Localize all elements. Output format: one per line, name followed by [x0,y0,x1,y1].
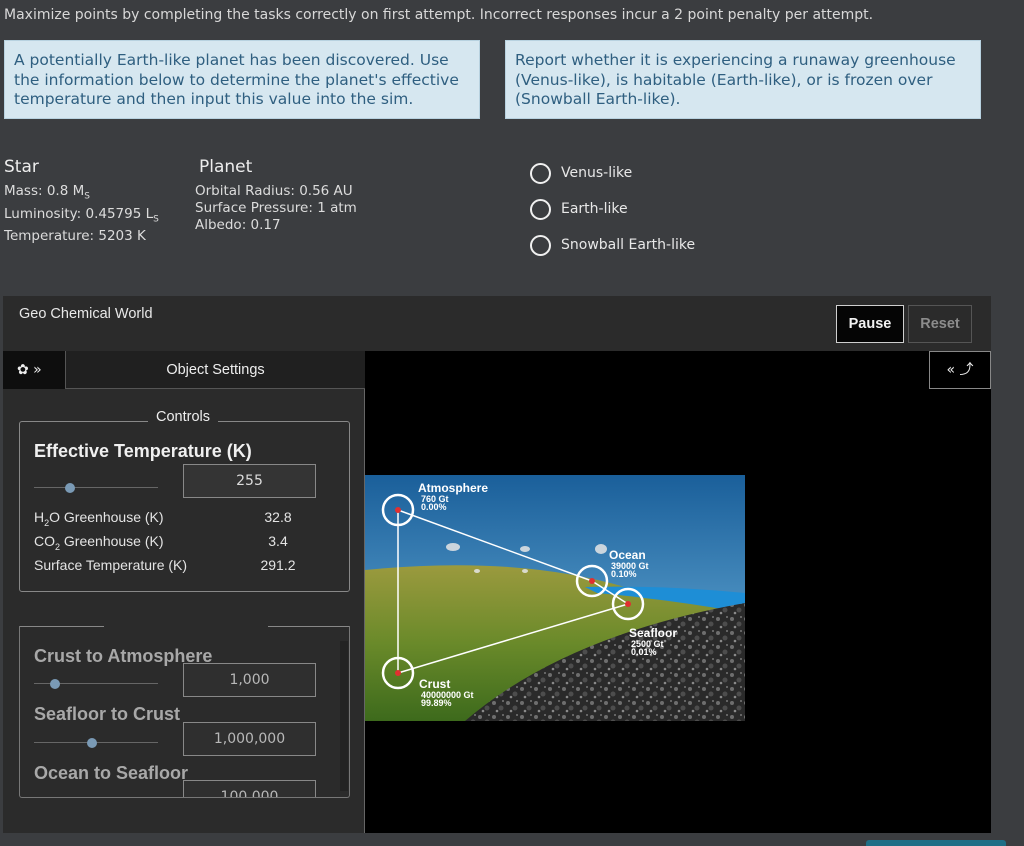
co2-greenhouse-value: 3.4 [268,533,288,549]
star-info: Star Mass: 0.8 MS Luminosity: 0.45795 LS… [4,157,159,245]
ocean-percent: 0.10% [611,569,637,579]
slider-track [34,487,158,488]
option-label: Snowball Earth-like [561,237,696,253]
seafloor-to-crust-slider[interactable] [34,737,158,749]
surface-temperature-value: 291.2 [260,557,296,573]
task-prompt-effective-temperature: A potentially Earth-like planet has been… [4,40,480,119]
controls-legend: Controls [148,409,218,425]
instructions-text: Maximize points by completing the tasks … [4,7,874,23]
surface-temperature-label: Surface Temperature (K) [34,557,188,573]
seafloor-to-crust-title: Seafloor to Crust [34,704,181,724]
chart-panel-toggle-button[interactable]: « ⤴ [929,351,991,389]
radio-circle-icon[interactable] [530,198,551,220]
h2o-greenhouse-value: 32.8 [264,509,292,525]
simulation-window: Geo Chemical World Pause Reset « ⤴ Atmos… [3,296,991,834]
crust-to-atmosphere-slider[interactable] [34,678,158,690]
h2o-greenhouse-label: H2O Greenhouse (K) [34,509,164,528]
ocean-to-seafloor-input-clip: 100,000 [183,780,316,797]
atmosphere-label: Atmosphere [418,481,488,495]
slider-thumb[interactable] [50,679,61,689]
panel-collapse-toggle-button[interactable]: ✿ » [3,351,66,389]
atmosphere-percent: 0.00% [421,502,447,512]
ocean-to-seafloor-title: Ocean to Seafloor [34,763,189,783]
slider-thumb[interactable] [64,483,75,493]
classification-options: Venus-like Earth-like Snowball Earth-lik… [530,155,695,263]
geochemical-scene: Atmosphere 760 Gt 0.00% Ocean 39000 Gt 0… [365,475,745,721]
flux-scrollbar[interactable] [340,641,348,791]
option-label: Earth-like [561,201,628,217]
crust-label: Crust [419,677,450,691]
planet-heading: Planet [199,157,253,177]
seafloor-label: Seafloor [629,626,677,640]
task-prompt-classification: Report whether it is experiencing a runa… [505,40,981,119]
reset-button[interactable]: Reset [908,305,972,343]
star-luminosity: Luminosity: 0.45795 LS [4,205,159,225]
sim-title: Geo Chemical World [19,306,153,322]
radio-circle-icon[interactable] [530,234,551,256]
option-venus-like[interactable]: Venus-like [530,155,695,191]
crust-to-atmosphere-input[interactable]: 1,000 [183,663,316,697]
object-settings-panel: ✿ » Object Settings Controls Effective T… [3,351,365,834]
planet-orbital-radius: Orbital Radius: 0.56 AU [195,183,353,199]
planet-info: Planet Orbital Radius: 0.56 AU Surface P… [195,157,357,234]
seafloor-percent: 0.01% [631,647,657,657]
ocean-label: Ocean [609,548,646,562]
star-heading: Star [4,157,39,177]
effective-temperature-slider[interactable] [34,482,158,494]
option-earth-like[interactable]: Earth-like [530,191,695,227]
effective-temperature-input[interactable]: 255 [183,464,316,498]
panel-tab-bar: ✿ » Object Settings [3,351,365,389]
option-snowball-earth-like[interactable]: Snowball Earth-like [530,227,695,263]
slider-thumb[interactable] [87,738,98,748]
radio-circle-icon[interactable] [530,162,551,184]
option-label: Venus-like [561,165,633,181]
co2-greenhouse-label: CO2 Greenhouse (K) [34,533,164,552]
effective-temperature-title: Effective Temperature (K) [34,441,252,461]
star-temperature: Temperature: 5203 K [4,228,146,245]
seafloor-to-crust-input[interactable]: 1,000,000 [183,722,316,756]
crust-percent: 99.89% [421,698,452,708]
planet-albedo: Albedo: 0.17 [195,217,281,233]
pause-button[interactable]: Pause [836,305,904,343]
star-mass: Mass: 0.8 MS [4,183,90,202]
submit-button-edge[interactable] [866,840,1006,846]
planet-surface-pressure: Surface Pressure: 1 atm [195,200,357,216]
sim-header: Geo Chemical World Pause Reset [3,296,991,351]
panel-title: Object Settings [166,362,265,378]
ocean-to-seafloor-input[interactable]: 100,000 [183,780,316,797]
